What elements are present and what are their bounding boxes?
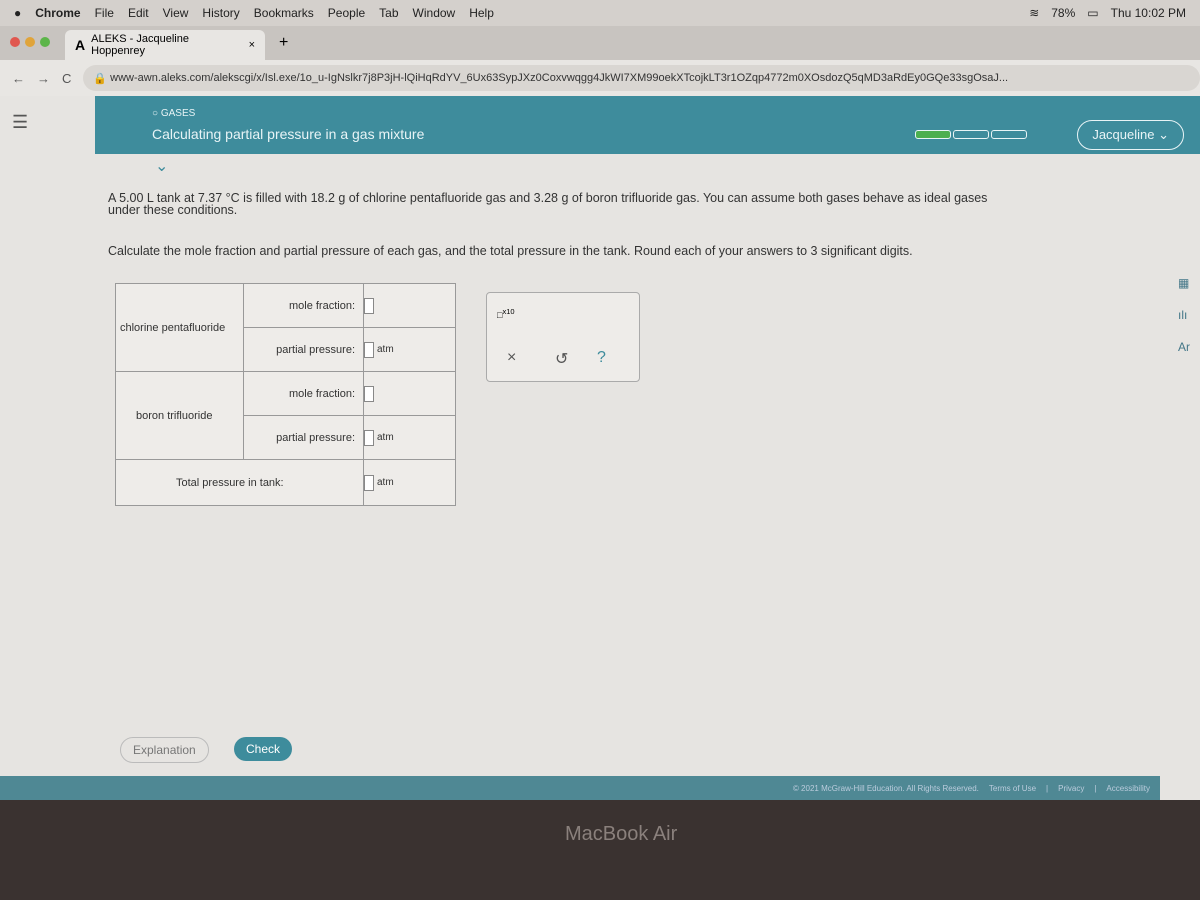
menu-view[interactable]: View (163, 6, 189, 20)
chart-icon[interactable]: ılı (1178, 308, 1190, 322)
unit-label: atm (377, 344, 394, 356)
partial-pressure-label: partial pressure: (243, 415, 364, 460)
clear-button[interactable]: × (507, 349, 516, 367)
battery-icon[interactable]: ▭ (1087, 6, 1098, 20)
menu-chrome[interactable]: Chrome (35, 6, 80, 20)
explanation-button[interactable]: Explanation (120, 737, 209, 763)
scientific-notation-button[interactable]: □x10 (497, 307, 515, 320)
url-text: www-awn.aleks.com/alekscgi/x/Isl.exe/1o_… (110, 72, 1009, 84)
address-bar-row: ← → C 🔒 www-awn.aleks.com/alekscgi/x/Isl… (0, 60, 1200, 96)
macbook-bezel-label: MacBook Air (565, 823, 678, 845)
terms-link[interactable]: Terms of Use (989, 784, 1036, 793)
menu-help[interactable]: Help (469, 6, 494, 20)
side-tools: ▦ ılı Ar (1178, 276, 1190, 354)
answer-table: chlorine pentafluoride mole fraction: pa… (115, 283, 456, 506)
back-icon[interactable]: ← (12, 71, 25, 86)
tab-bar: A ALEKS - Jacqueline Hoppenrey × + (0, 26, 1200, 60)
check-button[interactable]: Check (234, 737, 293, 761)
clock[interactable]: Thu 10:02 PM (1111, 6, 1186, 20)
aleks-logo-icon: A (75, 37, 86, 53)
gas1-label: chlorine pentafluoride (115, 283, 244, 372)
help-button[interactable]: ? (597, 349, 606, 367)
menu-window[interactable]: Window (413, 6, 456, 20)
url-field[interactable]: 🔒 www-awn.aleks.com/alekscgi/x/Isl.exe/1… (83, 65, 1200, 91)
mac-menubar: ● Chrome File Edit View History Bookmark… (0, 0, 1200, 26)
gas2-partial-pressure-input[interactable] (364, 429, 374, 446)
menu-bookmarks[interactable]: Bookmarks (254, 6, 314, 20)
total-pressure-label: Total pressure in tank: (115, 459, 364, 506)
math-toolbar: □x10 × ↺ ? (486, 292, 640, 382)
battery-percent[interactable]: 78% (1051, 6, 1075, 20)
apple-icon[interactable]: ● (14, 6, 21, 20)
progress-bar (915, 130, 1027, 139)
gas1-partial-pressure-input[interactable] (364, 341, 374, 358)
question-instruction: Calculate the mole fraction and partial … (108, 244, 913, 258)
footer: © 2021 McGraw-Hill Education. All Rights… (0, 776, 1160, 800)
menu-file[interactable]: File (95, 6, 114, 20)
tab-title: ALEKS - Jacqueline Hoppenrey (91, 33, 189, 57)
menu-tab[interactable]: Tab (379, 6, 398, 20)
question-text-cont: under these conditions. (108, 203, 238, 217)
forward-icon[interactable]: → (37, 71, 50, 86)
copyright: © 2021 McGraw-Hill Education. All Rights… (792, 783, 979, 793)
aleks-page: ○ GASES Calculating partial pressure in … (0, 96, 1200, 800)
mole-fraction-label: mole fraction: (243, 371, 364, 416)
lock-icon: 🔒 (93, 72, 111, 85)
partial-pressure-label: partial pressure: (243, 327, 364, 372)
aleks-header: ○ GASES Calculating partial pressure in … (95, 96, 1200, 154)
menu-edit[interactable]: Edit (128, 6, 149, 20)
total-pressure-input[interactable] (364, 474, 374, 491)
gas2-mole-fraction-input[interactable] (364, 385, 374, 402)
page-title: Calculating partial pressure in a gas mi… (152, 126, 425, 142)
new-tab-button[interactable]: + (279, 34, 288, 52)
browser-tab[interactable]: A ALEKS - Jacqueline Hoppenrey × (65, 30, 265, 60)
topic-label: ○ GASES (152, 108, 196, 119)
undo-button[interactable]: ↺ (555, 349, 568, 369)
wifi-icon[interactable]: ≋ (1029, 6, 1039, 20)
calculator-icon[interactable]: ▦ (1178, 276, 1190, 290)
user-menu-button[interactable]: Jacqueline ⌄ (1077, 120, 1184, 150)
reload-icon[interactable]: C (62, 71, 71, 86)
menu-people[interactable]: People (328, 6, 365, 20)
gas2-label: boron trifluoride (115, 371, 244, 460)
question-text: A 5.00 L tank at 7.37 °C is filled with … (108, 191, 988, 205)
mole-fraction-label: mole fraction: (243, 283, 364, 328)
menu-icon[interactable]: ☰ (12, 112, 28, 133)
unit-label: atm (377, 477, 394, 489)
accessibility-link[interactable]: Accessibility (1106, 784, 1150, 793)
gas1-mole-fraction-input[interactable] (364, 297, 374, 314)
periodic-table-icon[interactable]: Ar (1178, 340, 1190, 354)
close-tab-icon[interactable]: × (249, 39, 255, 51)
collapse-chevron-icon[interactable]: ⌄ (155, 156, 168, 176)
privacy-link[interactable]: Privacy (1058, 784, 1084, 793)
unit-label: atm (377, 432, 394, 444)
menu-history[interactable]: History (202, 6, 239, 20)
window-controls[interactable] (10, 34, 55, 52)
